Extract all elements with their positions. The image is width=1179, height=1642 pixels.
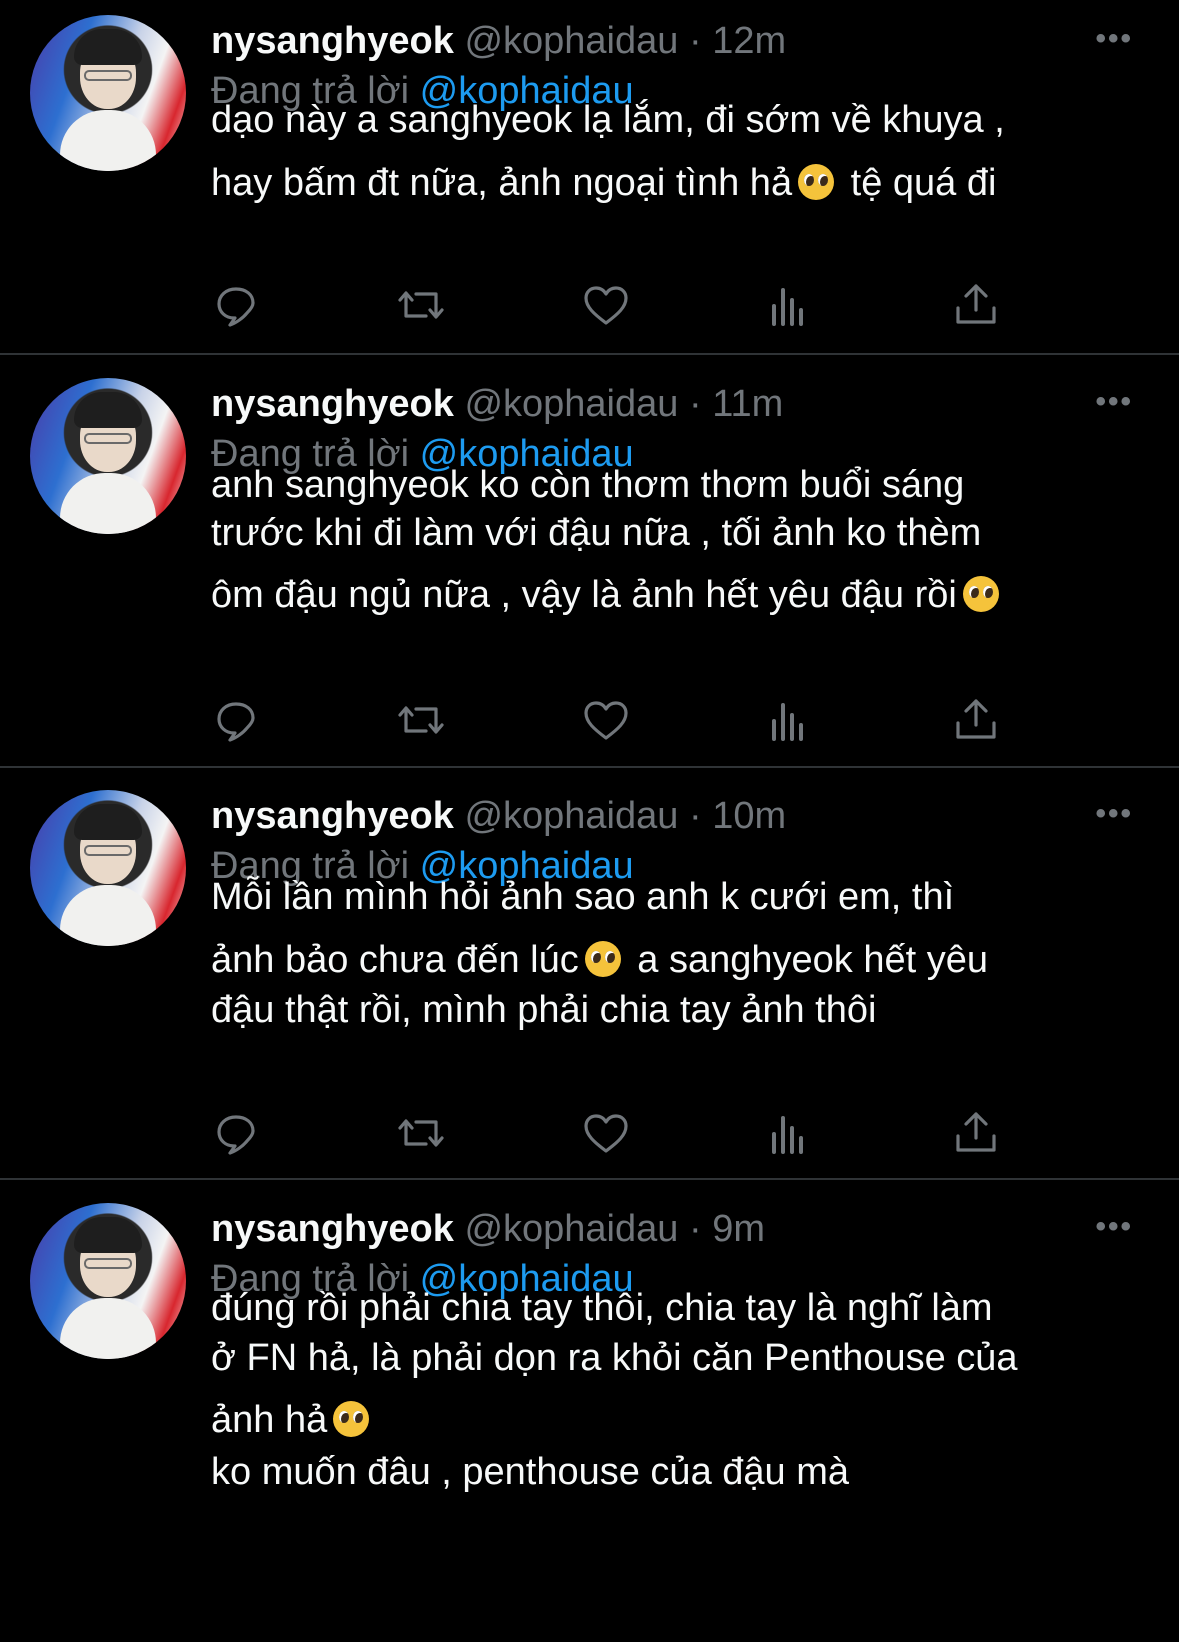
display-name[interactable]: nysanghyeok: [211, 20, 454, 62]
tweet-actions: [211, 695, 1041, 745]
tweet-line: đậu thật rồi, mình phải chia tay ảnh thô…: [211, 986, 876, 1034]
separator-dot: ·: [688, 1208, 713, 1250]
user-handle[interactable]: @kophaidau: [464, 795, 678, 837]
more-icon[interactable]: •••: [1095, 385, 1133, 419]
separator-dot: ·: [688, 795, 713, 837]
share-icon[interactable]: [951, 695, 1001, 745]
separator-dot: ·: [688, 20, 713, 62]
more-icon[interactable]: •••: [1095, 1210, 1133, 1244]
tweet-line-text: ảnh hả: [211, 1399, 328, 1441]
user-handle[interactable]: @kophaidau: [464, 20, 678, 62]
pleading-face-icon: [962, 576, 999, 612]
reply-icon[interactable]: [211, 1108, 261, 1158]
tweet[interactable]: nysanghyeok @kophaidau · 11m ••• Đang tr…: [0, 363, 1179, 742]
tweet-line-text: dạo này a sanghyeok lạ lắm, đi sớm về kh…: [211, 99, 1005, 141]
tweet-line-text: ôm đậu ngủ nữa , vậy là ảnh hết yêu đậu …: [211, 574, 957, 616]
retweet-icon[interactable]: [396, 280, 446, 330]
tweet-line-text: anh sanghyeok ko còn thơm thơm buổi sáng: [211, 464, 965, 506]
tweet-line: ôm đậu ngủ nữa , vậy là ảnh hết yêu đậu …: [211, 571, 1005, 619]
retweet-icon[interactable]: [396, 695, 446, 745]
tweet-line: anh sanghyeok ko còn thơm thơm buổi sáng: [211, 461, 964, 509]
tweet-actions: [211, 280, 1041, 330]
tweet-line-text: hay bấm đt nữa, ảnh ngoại tình hả: [211, 162, 793, 204]
like-icon[interactable]: [581, 695, 631, 745]
share-icon[interactable]: [951, 280, 1001, 330]
tweet-line-text: ko muốn đâu , penthouse của đậu mà: [211, 1451, 850, 1493]
tweet-line-text: đúng rồi phải chia tay thôi, chia tay là…: [211, 1287, 993, 1329]
tweet-line: đúng rồi phải chia tay thôi, chia tay là…: [211, 1284, 993, 1332]
tweet-header: nysanghyeok @kophaidau · 11m: [211, 381, 783, 427]
tweet[interactable]: nysanghyeok @kophaidau · 10m ••• Đang tr…: [0, 775, 1179, 1155]
tweet-line: trước khi đi làm với đậu nữa , tối ảnh k…: [211, 509, 981, 557]
tweet-line: dạo này a sanghyeok lạ lắm, đi sớm về kh…: [211, 96, 1005, 144]
tweet-line: Mỗi lần mình hỏi ảnh sao anh k cưới em, …: [211, 873, 954, 921]
more-icon[interactable]: •••: [1095, 22, 1133, 56]
tweet-line-text: tệ quá đi: [840, 162, 997, 204]
tweet-separator: [0, 1178, 1179, 1180]
tweet-line: ở FN hả, là phải dọn ra khỏi căn Penthou…: [211, 1334, 1018, 1382]
tweet-header: nysanghyeok @kophaidau · 12m: [211, 18, 786, 64]
display-name[interactable]: nysanghyeok: [211, 383, 454, 425]
views-icon[interactable]: [766, 1108, 816, 1158]
tweet-line: ko muốn đâu , penthouse của đậu mà: [211, 1448, 849, 1496]
tweet-time[interactable]: 10m: [712, 795, 786, 837]
tweet-line-text: ở FN hả, là phải dọn ra khỏi căn Penthou…: [211, 1337, 1018, 1379]
tweet-separator: [0, 353, 1179, 355]
like-icon[interactable]: [581, 1108, 631, 1158]
tweet-time[interactable]: 12m: [712, 20, 786, 62]
tweet-line: ảnh hả: [211, 1396, 375, 1444]
avatar[interactable]: [30, 1203, 186, 1359]
tweet-line-text: Mỗi lần mình hỏi ảnh sao anh k cưới em, …: [211, 876, 955, 918]
views-icon[interactable]: [766, 280, 816, 330]
pleading-face-icon: [584, 941, 621, 977]
reply-icon[interactable]: [211, 280, 261, 330]
views-icon[interactable]: [766, 695, 816, 745]
display-name[interactable]: nysanghyeok: [211, 795, 454, 837]
tweet-line: hay bấm đt nữa, ảnh ngoại tình hả tệ quá…: [211, 159, 996, 207]
user-handle[interactable]: @kophaidau: [464, 383, 678, 425]
avatar[interactable]: [30, 378, 186, 534]
tweet-header: nysanghyeok @kophaidau · 10m: [211, 793, 786, 839]
user-handle[interactable]: @kophaidau: [464, 1208, 678, 1250]
more-icon[interactable]: •••: [1095, 797, 1133, 831]
separator-dot: ·: [688, 383, 713, 425]
display-name[interactable]: nysanghyeok: [211, 1208, 454, 1250]
retweet-icon[interactable]: [396, 1108, 446, 1158]
avatar[interactable]: [30, 15, 186, 171]
avatar[interactable]: [30, 790, 186, 946]
tweet-actions: [211, 1108, 1041, 1158]
tweet-line-text: trước khi đi làm với đậu nữa , tối ảnh k…: [211, 512, 982, 554]
tweet-separator: [0, 766, 1179, 768]
tweet-time[interactable]: 9m: [712, 1208, 765, 1250]
reply-icon[interactable]: [211, 695, 261, 745]
tweet-line: ảnh bảo chưa đến lúc a sanghyeok hết yêu: [211, 936, 988, 984]
tweet-line-text: ảnh bảo chưa đến lúc: [211, 939, 579, 981]
tweet[interactable]: nysanghyeok @kophaidau · 9m ••• Đang trả…: [0, 1188, 1179, 1551]
tweet-line-text: a sanghyeok hết yêu: [626, 939, 988, 981]
share-icon[interactable]: [951, 1108, 1001, 1158]
tweet-time[interactable]: 11m: [712, 383, 783, 425]
tweet-header: nysanghyeok @kophaidau · 9m: [211, 1206, 765, 1252]
tweet[interactable]: nysanghyeok @kophaidau · 12m ••• Đang tr…: [0, 0, 1179, 363]
pleading-face-icon: [798, 164, 835, 200]
pleading-face-icon: [333, 1401, 370, 1437]
like-icon[interactable]: [581, 280, 631, 330]
tweet-line-text: đậu thật rồi, mình phải chia tay ảnh thô…: [211, 989, 877, 1031]
